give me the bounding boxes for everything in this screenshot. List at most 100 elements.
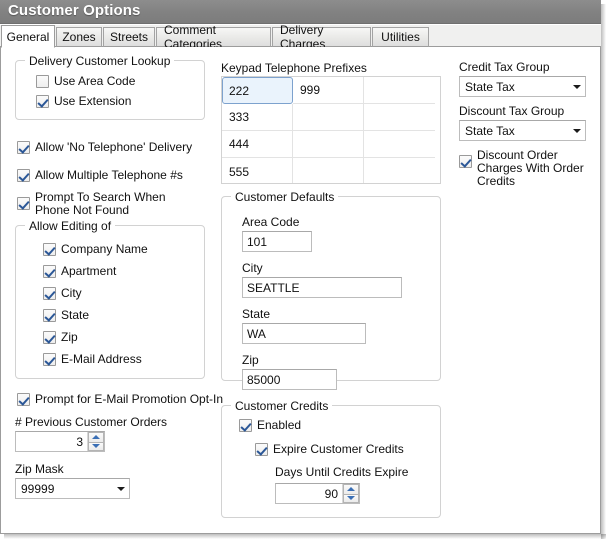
group-delivery-customer-lookup: Delivery Customer Lookup Use Area Code U… [15, 54, 205, 120]
checkbox-label: Use Extension [54, 94, 132, 108]
spinner-value: 3 [76, 434, 83, 449]
checkbox-credits-enabled[interactable]: Enabled [239, 418, 301, 432]
table-row: 444 [222, 131, 440, 158]
checkbox-label: Discount Order Charges With Order Credit… [477, 148, 584, 188]
group-customer-credits: Customer Credits Enabled Expire Customer… [221, 399, 441, 518]
tab-bar: General Zones Streets Comment Categories… [0, 23, 601, 51]
grid-cell[interactable] [293, 158, 364, 183]
checkbox-label: Allow 'No Telephone' Delivery [35, 140, 193, 154]
window-titlebar: Customer Options [0, 0, 601, 24]
label-discount-tax-group: Discount Tax Group [459, 104, 565, 118]
tab-zones[interactable]: Zones [56, 27, 102, 47]
checkbox-edit-state[interactable]: State [43, 308, 89, 322]
combo-discount-tax-group[interactable]: State Tax [459, 120, 586, 141]
window-title: Customer Options [8, 2, 141, 19]
checkbox-label: State [61, 308, 90, 322]
checkbox-label: E-Mail Address [61, 352, 142, 366]
tab-general[interactable]: General [1, 25, 55, 48]
checkbox-box-icon [255, 443, 268, 456]
input-state[interactable]: WA [242, 323, 366, 344]
grid-keypad-telephone-prefixes[interactable]: 222 999 333 444 555 [221, 76, 441, 184]
group-legend-customer-credits: Customer Credits [231, 399, 333, 413]
checkbox-label: City [61, 286, 82, 300]
group-legend-allow-editing-of: Allow Editing of [25, 219, 116, 233]
customer-options-window: Customer Options General Zones Streets C… [0, 0, 606, 539]
group-allow-editing-of: Allow Editing of Company Name Apartment … [15, 219, 205, 379]
checkbox-box-icon [43, 331, 56, 344]
tab-streets[interactable]: Streets [103, 27, 155, 47]
checkbox-label: Enabled [257, 418, 302, 432]
checkbox-box-icon [17, 141, 30, 154]
window-shadow-bottom [4, 534, 606, 539]
checkbox-box-icon [17, 169, 30, 182]
combo-zip-mask[interactable]: 99999 [15, 478, 130, 499]
checkbox-box-icon [239, 419, 252, 432]
chevron-down-icon[interactable] [568, 121, 585, 140]
checkbox-label: Zip [61, 330, 78, 344]
grid-cell[interactable]: 222 [222, 77, 293, 104]
grid-cell[interactable]: 999 [293, 77, 364, 104]
input-zip[interactable]: 85000 [242, 369, 337, 390]
grid-cell[interactable] [293, 131, 364, 158]
group-legend-delivery-customer-lookup: Delivery Customer Lookup [25, 54, 175, 68]
grid-cell[interactable] [364, 131, 435, 158]
table-row: 555 [222, 158, 440, 183]
combo-credit-tax-group[interactable]: State Tax [459, 76, 586, 97]
grid-cell[interactable]: 333 [222, 104, 293, 131]
tab-content-general: Delivery Customer Lookup Use Area Code U… [0, 47, 601, 534]
window-shadow-right [601, 4, 606, 539]
checkbox-edit-city[interactable]: City [43, 286, 82, 300]
spinner-previous-customer-orders[interactable]: 3 [15, 431, 105, 452]
chevron-down-icon[interactable] [568, 77, 585, 96]
group-legend-customer-defaults: Customer Defaults [231, 190, 339, 204]
checkbox-box-icon [459, 155, 472, 168]
grid-cell[interactable] [364, 77, 435, 104]
checkbox-box-icon [43, 287, 56, 300]
checkbox-use-extension[interactable]: Use Extension [36, 94, 131, 108]
checkbox-edit-email-address[interactable]: E-Mail Address [43, 352, 142, 366]
tab-utilities[interactable]: Utilities [372, 27, 429, 47]
grid-cell[interactable]: 555 [222, 158, 293, 183]
chevron-down-icon[interactable] [112, 479, 129, 498]
input-area-code[interactable]: 101 [242, 231, 312, 252]
checkbox-box-icon [43, 265, 56, 278]
checkbox-allow-multiple-telephones[interactable]: Allow Multiple Telephone #s [17, 168, 183, 182]
input-city[interactable]: SEATTLE [242, 277, 402, 298]
checkbox-use-area-code[interactable]: Use Area Code [36, 74, 135, 88]
grid-cell[interactable]: 444 [222, 131, 293, 158]
tab-delivery-charges[interactable]: Delivery Charges [272, 23, 371, 51]
label-zip: Zip [242, 353, 259, 367]
checkbox-box-icon [17, 393, 30, 406]
combo-value: State Tax [465, 123, 515, 138]
tab-comment-categories[interactable]: Comment Categories [156, 23, 271, 51]
spinner-up-icon[interactable] [343, 484, 359, 494]
spinner-buttons [342, 484, 359, 503]
grid-cell[interactable] [364, 158, 435, 183]
spinner-up-icon[interactable] [88, 432, 104, 442]
checkbox-label: Expire Customer Credits [273, 442, 404, 456]
checkbox-box-icon [43, 243, 56, 256]
table-row: 333 [222, 104, 440, 131]
spinner-buttons [87, 432, 104, 451]
grid-cell[interactable] [293, 104, 364, 131]
checkbox-prompt-to-search[interactable]: Prompt To Search When Phone Not Found [17, 191, 192, 217]
checkbox-edit-company-name[interactable]: Company Name [43, 242, 148, 256]
checkbox-label: Allow Multiple Telephone #s [35, 168, 183, 182]
checkbox-box-icon [36, 75, 49, 88]
label-state: State [242, 307, 271, 321]
grid-cell[interactable] [364, 104, 435, 131]
checkbox-allow-no-telephone-delivery[interactable]: Allow 'No Telephone' Delivery [17, 140, 192, 154]
spinner-down-icon[interactable] [88, 441, 104, 451]
checkbox-label: Apartment [61, 264, 117, 278]
checkbox-edit-apartment[interactable]: Apartment [43, 264, 116, 278]
spinner-down-icon[interactable] [343, 493, 359, 503]
checkbox-prompt-email-promotion[interactable]: Prompt for E-Mail Promotion Opt-In [17, 392, 223, 406]
label-credit-tax-group: Credit Tax Group [459, 60, 550, 74]
checkbox-box-icon [43, 309, 56, 322]
combo-value: State Tax [465, 79, 515, 94]
checkbox-discount-order-charges[interactable]: Discount Order Charges With Order Credit… [459, 149, 599, 188]
spinner-days-until-credits-expire[interactable]: 90 [275, 483, 360, 504]
checkbox-expire-customer-credits[interactable]: Expire Customer Credits [255, 442, 404, 456]
checkbox-edit-zip[interactable]: Zip [43, 330, 78, 344]
label-zip-mask: Zip Mask [15, 462, 64, 476]
